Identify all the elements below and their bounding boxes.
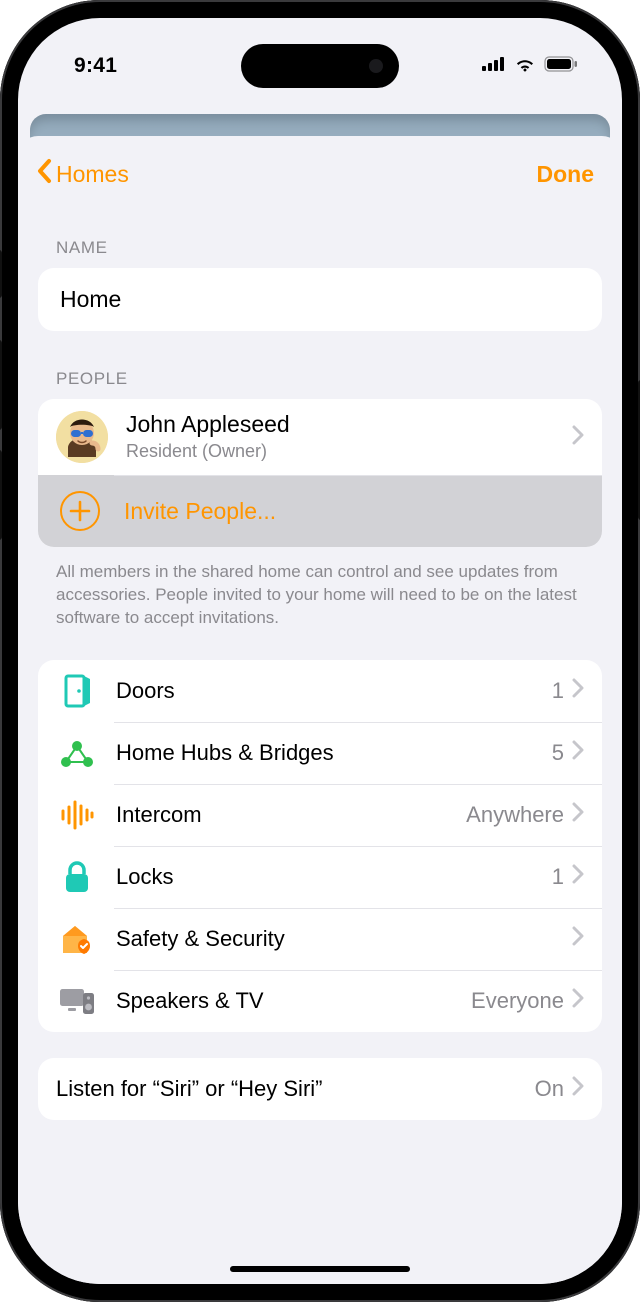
siri-card: Listen for “Siri” or “Hey Siri” On [38, 1058, 602, 1120]
category-hubs[interactable]: Home Hubs & Bridges 5 [38, 722, 602, 784]
done-button[interactable]: Done [537, 161, 595, 188]
invite-label: Invite People... [124, 498, 276, 525]
intercom-icon [56, 800, 98, 830]
name-header: NAME [38, 200, 602, 268]
back-button[interactable]: Homes [36, 158, 129, 190]
siri-value: On [535, 1076, 564, 1102]
hubs-icon [56, 738, 98, 768]
back-label: Homes [56, 161, 129, 188]
home-indicator[interactable] [230, 1266, 410, 1272]
person-name: John Appleseed [126, 411, 564, 439]
settings-sheet: Homes Done NAME PEOPLE [18, 136, 622, 1284]
people-card: John Appleseed Resident (Owner) Invite P… [38, 399, 602, 547]
nav-bar: Homes Done [18, 136, 622, 200]
speakers-icon [56, 987, 98, 1015]
category-value: Everyone [471, 988, 564, 1014]
sheet-content: NAME PEOPLE [18, 200, 622, 1284]
screen: 9:41 Homes [18, 18, 622, 1284]
wifi-icon [514, 56, 536, 77]
chevron-right-icon [572, 988, 584, 1013]
category-speakers[interactable]: Speakers & TV Everyone [38, 970, 602, 1032]
category-value: Anywhere [466, 802, 564, 828]
siri-row[interactable]: Listen for “Siri” or “Hey Siri” On [38, 1058, 602, 1120]
mute-switch [0, 250, 2, 298]
status-time: 9:41 [74, 54, 117, 78]
dynamic-island [241, 44, 399, 88]
chevron-right-icon [572, 802, 584, 827]
status-indicators [482, 56, 578, 77]
siri-label: Listen for “Siri” or “Hey Siri” [56, 1076, 527, 1102]
category-label: Locks [116, 864, 544, 890]
person-row[interactable]: John Appleseed Resident (Owner) [38, 399, 602, 475]
chevron-left-icon [36, 158, 54, 190]
lock-icon [56, 860, 98, 894]
category-safety[interactable]: Safety & Security [38, 908, 602, 970]
cellular-icon [482, 57, 506, 76]
plus-icon [60, 491, 100, 531]
people-footer: All members in the shared home can contr… [38, 547, 602, 638]
avatar [56, 411, 108, 463]
category-label: Speakers & TV [116, 988, 463, 1014]
category-doors[interactable]: Doors 1 [38, 660, 602, 722]
chevron-right-icon [572, 678, 584, 703]
category-label: Safety & Security [116, 926, 556, 952]
category-value: 5 [552, 740, 564, 766]
category-label: Doors [116, 678, 544, 704]
chevron-right-icon [572, 1076, 584, 1101]
category-intercom[interactable]: Intercom Anywhere [38, 784, 602, 846]
door-icon [56, 674, 98, 708]
category-value: 1 [552, 678, 564, 704]
chevron-right-icon [572, 425, 584, 450]
person-text: John Appleseed Resident (Owner) [126, 411, 564, 462]
safety-icon [56, 923, 98, 955]
categories-card: Doors 1 Home Hubs & Bridges 5 [38, 660, 602, 1032]
name-row[interactable] [38, 268, 602, 331]
people-header: PEOPLE [38, 331, 602, 399]
category-label: Intercom [116, 802, 458, 828]
invite-people-row[interactable]: Invite People... [38, 475, 602, 547]
chevron-right-icon [572, 864, 584, 889]
category-label: Home Hubs & Bridges [116, 740, 544, 766]
category-locks[interactable]: Locks 1 [38, 846, 602, 908]
battery-icon [544, 56, 578, 77]
phone-frame: 9:41 Homes [0, 0, 640, 1302]
volume-down-button [0, 450, 2, 540]
chevron-right-icon [572, 740, 584, 765]
home-name-input[interactable] [56, 280, 584, 319]
name-card [38, 268, 602, 331]
volume-up-button [0, 340, 2, 430]
person-role: Resident (Owner) [126, 441, 564, 463]
chevron-right-icon [572, 926, 584, 951]
category-value: 1 [552, 864, 564, 890]
